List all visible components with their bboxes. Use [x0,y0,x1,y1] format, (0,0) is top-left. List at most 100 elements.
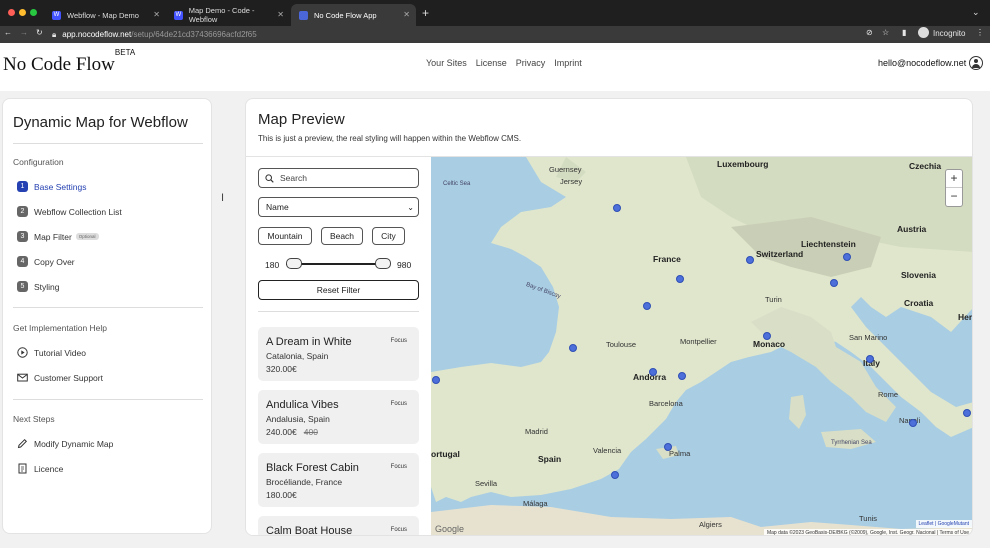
focus-button[interactable]: Focus [391,464,407,470]
step-webflow-collection-list[interactable]: 2 Webflow Collection List [17,206,122,217]
step-label: Webflow Collection List [34,206,122,217]
zoom-window-button[interactable] [30,9,37,16]
map-data-attribution: Map data ©2023 GeoBasis-DE/BKG (©2009), … [763,529,972,535]
step-copy-over[interactable]: 4 Copy Over [17,256,75,267]
map-label: Luxembourg [717,159,769,169]
filter-chip-mountain[interactable]: Mountain [258,227,312,245]
close-tab-icon[interactable]: ✕ [153,10,160,19]
map-label: Guernsey [549,165,582,174]
user-icon[interactable] [969,56,983,70]
focus-button[interactable]: Focus [391,527,407,533]
map-marker[interactable] [763,332,771,340]
sidepanel-icon[interactable]: ▮ [902,28,906,37]
map-marker[interactable] [432,376,440,384]
filter-chip-beach[interactable]: Beach [321,227,363,245]
reset-filter-button[interactable]: Reset Filter [258,280,419,300]
focus-button[interactable]: Focus [391,401,407,407]
browser-tab[interactable]: W Map Demo - Code - Webflow ✕ [166,4,290,26]
licence-link[interactable]: Licence [17,463,63,474]
step-number: 3 [17,231,28,242]
section-heading: Configuration [13,157,64,167]
price-max-handle[interactable] [375,258,391,269]
sort-select[interactable]: Name ⌄ [258,197,419,217]
tutorial-video-link[interactable]: Tutorial Video [17,347,86,358]
divider [258,311,419,312]
map-marker[interactable] [613,204,621,212]
star-icon[interactable]: ☆ [882,28,889,37]
step-styling[interactable]: 5 Styling [17,281,60,292]
menu-icon[interactable]: ⋮ [976,28,984,37]
map-marker[interactable] [866,355,874,363]
close-tab-icon[interactable]: ✕ [403,10,410,19]
search-input[interactable]: Search [258,168,419,188]
map-marker[interactable] [611,471,619,479]
forward-icon[interactable]: → [20,28,28,37]
map-marker[interactable] [830,279,838,287]
modify-dynamic-map-link[interactable]: Modify Dynamic Map [17,438,113,449]
url-path: /setup/64de21cd37436696acfd2f65 [131,30,257,39]
page-title: Map Preview [258,111,345,128]
listing-card[interactable]: Black Forest Cabin Focus Brocéliande, Fr… [258,453,419,507]
map-marker[interactable] [678,372,686,380]
map-label: Jersey [560,177,583,186]
nav-license[interactable]: License [476,58,507,68]
step-map-filter[interactable]: 3 Map Filter Optional [17,231,99,242]
nav-imprint[interactable]: Imprint [554,58,582,68]
map-view[interactable]: Luxembourg Czechia Jersey Guernsey Celti… [431,157,972,535]
terms-link[interactable]: Terms of Use [940,530,969,535]
main-nav: Your Sites License Privacy Imprint [426,58,582,68]
filter-chip-city[interactable]: City [372,227,405,245]
customer-support-link[interactable]: Customer Support [17,372,103,383]
map-marker[interactable] [963,409,971,417]
zoom-in-button[interactable]: + [946,170,962,188]
profile-label[interactable]: Incognito [933,29,965,38]
address-bar-row: ← → ↻ 🔒︎ app.nocodeflow.net /setup/64de2… [0,26,990,43]
map-marker[interactable] [664,443,672,451]
account-email[interactable]: hello@nocodeflow.net [878,58,966,68]
map-marker[interactable] [909,419,917,427]
nav-privacy[interactable]: Privacy [516,58,546,68]
logo[interactable]: No Code FlowBETA [3,48,135,76]
listing-card[interactable]: A Dream in White Focus Catalonia, Spain … [258,327,419,381]
section-heading: Next Steps [13,414,55,424]
focus-button[interactable]: Focus [391,338,407,344]
map-label: Tyrrhenian Sea [831,440,872,446]
new-tab-button[interactable]: + [422,6,429,20]
listing-price: 320.00€ [266,364,297,374]
back-icon[interactable]: ← [4,28,12,37]
step-base-settings[interactable]: 1 Base Settings [17,181,86,192]
listing-title: Andulica Vibes [266,399,339,411]
map-label: Montpellier [680,337,717,346]
url-bar[interactable]: 🔒︎ app.nocodeflow.net /setup/64de21cd374… [52,28,902,41]
listing-title: Black Forest Cabin [266,462,359,474]
minimize-window-button[interactable] [19,9,26,16]
app-favicon-icon [299,10,308,20]
lock-icon: 🔒︎ [52,29,57,39]
map-marker[interactable] [643,302,651,310]
map-marker[interactable] [649,368,657,376]
zoom-out-button[interactable]: − [946,188,962,206]
reload-icon[interactable]: ↻ [36,28,43,37]
help-label: Customer Support [34,372,103,383]
tab-search-icon[interactable]: ⌄ [972,7,980,18]
map-marker[interactable] [843,253,851,261]
mail-icon [17,372,28,383]
map-label: Tunis [859,514,878,523]
map-marker[interactable] [676,275,684,283]
listing-title: A Dream in White [266,336,352,348]
listing-card[interactable]: Andulica Vibes Focus Andalusia, Spain 24… [258,390,419,444]
close-tab-icon[interactable]: ✕ [277,10,284,19]
map-marker[interactable] [569,344,577,352]
map-label: Madrid [525,427,548,436]
nav-your-sites[interactable]: Your Sites [426,58,467,68]
map-marker[interactable] [746,256,754,264]
browser-tab-active[interactable]: No Code Flow App ✕ [291,4,416,26]
close-window-button[interactable] [8,9,15,16]
listing-card[interactable]: Calm Boat House Focus [258,516,419,535]
price-min-handle[interactable] [286,258,302,269]
browser-tab[interactable]: W Webflow - Map Demo ✕ [44,4,166,26]
leaflet-link[interactable]: Leaflet | GoogleMutant [919,521,970,527]
eye-off-icon[interactable]: ⊘ [866,28,873,37]
page-subtitle: This is just a preview, the real styling… [258,134,522,143]
map-label: Sevilla [475,479,498,488]
